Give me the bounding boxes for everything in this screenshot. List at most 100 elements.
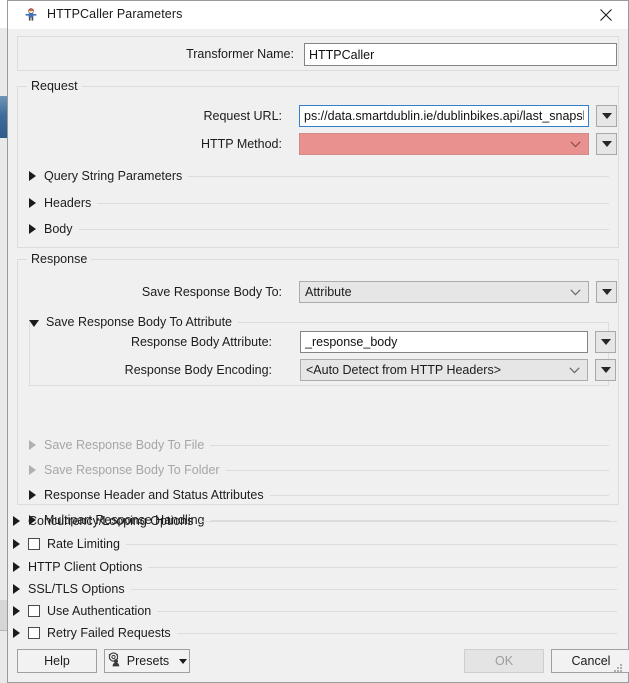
cancel-button-label: Cancel: [571, 654, 611, 668]
save-response-body-to-combo[interactable]: Attribute: [299, 281, 589, 303]
request-group: Request Request URL: HTTP Method:: [17, 79, 619, 248]
section-label: Save Response Body To Folder: [44, 463, 220, 477]
section-rule: [125, 543, 617, 545]
request-url-input[interactable]: [299, 105, 589, 127]
triangle-right-icon: [13, 606, 20, 616]
section-save-response-body-to-file: Save Response Body To File: [29, 436, 609, 454]
section-rule: [269, 494, 609, 496]
triangle-down-icon: [179, 658, 188, 664]
section-rule: [148, 566, 617, 568]
section-rule: [78, 228, 609, 230]
section-label: HTTP Client Options: [28, 560, 143, 574]
transformer-name-label: Transformer Name:: [186, 47, 294, 61]
save-response-body-to-value: Attribute: [305, 285, 352, 299]
section-rule: [199, 520, 617, 522]
section-body[interactable]: Body: [29, 220, 609, 238]
request-url-label: Request URL:: [203, 109, 282, 123]
triangle-down-icon: [601, 113, 612, 119]
section-rule: [225, 469, 609, 471]
section-use-authentication[interactable]: Use Authentication: [13, 602, 617, 620]
response-body-attribute-dropdown-button[interactable]: [595, 331, 616, 353]
section-label: SSL/TLS Options: [28, 582, 125, 596]
triangle-down-icon: [601, 289, 612, 295]
triangle-right-icon: [13, 628, 20, 638]
section-rule: [210, 444, 609, 446]
ok-button[interactable]: OK: [464, 649, 544, 673]
chevron-down-icon: [570, 285, 581, 299]
triangle-right-icon: [13, 584, 20, 594]
resize-grip-icon[interactable]: [612, 661, 624, 679]
section-rule: [188, 175, 609, 177]
section-query-string-parameters[interactable]: Query String Parameters: [29, 167, 609, 185]
response-body-encoding-dropdown-button[interactable]: [595, 359, 616, 381]
background-strip-white: [0, 0, 7, 28]
dialog-content: Transformer Name: Request Request URL: H…: [8, 29, 629, 682]
background-strip-gray: [0, 600, 7, 630]
save-response-body-to-label: Save Response Body To:: [141, 285, 282, 299]
ok-button-label: OK: [494, 654, 514, 668]
section-rate-limiting[interactable]: Rate Limiting: [13, 535, 617, 553]
section-label: Response Header and Status Attributes: [44, 488, 264, 502]
chevron-down-icon: [569, 363, 580, 377]
section-label: Body: [44, 222, 73, 236]
section-concurrency-looping-options[interactable]: Concurrency/Looping Options: [13, 512, 617, 530]
response-body-encoding-combo[interactable]: <Auto Detect from HTTP Headers>: [300, 359, 588, 381]
section-label: Rate Limiting: [47, 537, 120, 551]
background-window-strip: [0, 0, 7, 683]
response-body-attribute-label: Response Body Attribute:: [130, 335, 272, 349]
section-http-client-options[interactable]: HTTP Client Options: [13, 558, 617, 576]
triangle-right-icon: [29, 198, 36, 208]
section-rule: [130, 588, 617, 590]
use-authentication-checkbox[interactable]: [28, 605, 40, 617]
section-label: Use Authentication: [47, 604, 152, 618]
http-method-label: HTTP Method:: [200, 137, 282, 151]
triangle-right-icon: [13, 516, 20, 526]
triangle-down-icon: [600, 367, 611, 373]
presets-icon: [107, 652, 122, 670]
save-response-body-to-dropdown-button[interactable]: [596, 281, 617, 303]
background-strip-line: [0, 630, 7, 631]
section-label: Headers: [44, 196, 92, 210]
http-caller-parameters-dialog: HTTPCaller Parameters Transformer Name: …: [7, 0, 629, 683]
section-headers[interactable]: Headers: [29, 194, 609, 212]
chevron-down-icon: [570, 137, 581, 151]
triangle-down-icon: [601, 141, 612, 147]
section-rule: [157, 610, 617, 612]
section-label: Save Response Body To File: [44, 438, 205, 452]
presets-button-label: Presets: [126, 654, 170, 668]
triangle-right-icon: [29, 465, 36, 475]
dialog-title: HTTPCaller Parameters: [47, 7, 183, 21]
presets-button[interactable]: Presets: [104, 649, 190, 673]
save-response-body-to-attribute-panel: Response Body Attribute: Response Body E…: [29, 322, 616, 386]
help-button[interactable]: Help: [17, 649, 97, 673]
section-retry-failed-requests[interactable]: Retry Failed Requests: [13, 624, 617, 642]
response-body-encoding-label: Response Body Encoding:: [124, 363, 272, 377]
section-label: Query String Parameters: [44, 169, 183, 183]
close-icon[interactable]: [584, 1, 628, 28]
help-button-label: Help: [44, 654, 70, 668]
section-rule: [97, 202, 609, 204]
triangle-right-icon: [13, 539, 20, 549]
triangle-right-icon: [13, 562, 20, 572]
request-url-dropdown-button[interactable]: [596, 105, 617, 127]
transformer-name-input[interactable]: [304, 43, 617, 66]
screenshot-root: HTTPCaller Parameters Transformer Name: …: [0, 0, 629, 683]
section-rule: [176, 632, 617, 634]
section-ssl-tls-options[interactable]: SSL/TLS Options: [13, 580, 617, 598]
response-body-attribute-input[interactable]: [300, 331, 588, 353]
response-group: Response Save Response Body To: Attribut…: [17, 252, 619, 527]
background-strip-blue: [0, 96, 7, 138]
retry-failed-requests-checkbox[interactable]: [28, 627, 40, 639]
response-body-encoding-value: <Auto Detect from HTTP Headers>: [306, 363, 501, 377]
triangle-right-icon: [29, 224, 36, 234]
rate-limiting-checkbox[interactable]: [28, 538, 40, 550]
triangle-right-icon: [29, 490, 36, 500]
section-save-response-body-to-folder: Save Response Body To Folder: [29, 461, 609, 479]
triangle-right-icon: [29, 171, 36, 181]
request-group-title: Request: [27, 79, 82, 93]
http-method-combo[interactable]: [299, 133, 589, 155]
section-label: Concurrency/Looping Options: [28, 514, 194, 528]
section-label: Retry Failed Requests: [47, 626, 171, 640]
section-response-header-and-status-attributes[interactable]: Response Header and Status Attributes: [29, 486, 609, 504]
http-method-dropdown-button[interactable]: [596, 133, 617, 155]
